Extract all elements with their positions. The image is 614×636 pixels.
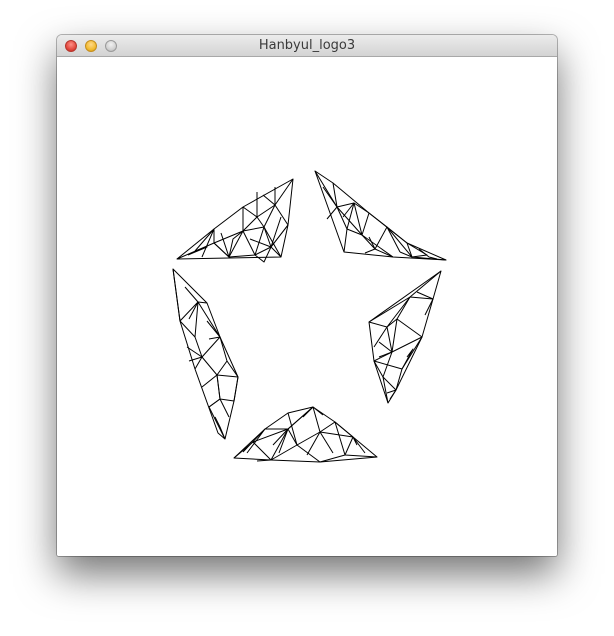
app-window: Hanbyul_logo3 (57, 35, 557, 556)
logo-segment-top-left (176, 178, 294, 263)
logo-segment-left (172, 268, 239, 440)
logo-segment-right (368, 270, 442, 404)
sketch-canvas (57, 57, 557, 556)
logo-segment-bottom (233, 406, 378, 463)
star-logo (172, 170, 447, 463)
title-bar[interactable]: Hanbyul_logo3 (57, 35, 557, 57)
logo-segment-top-right (314, 170, 447, 261)
window-title: Hanbyul_logo3 (258, 38, 356, 53)
